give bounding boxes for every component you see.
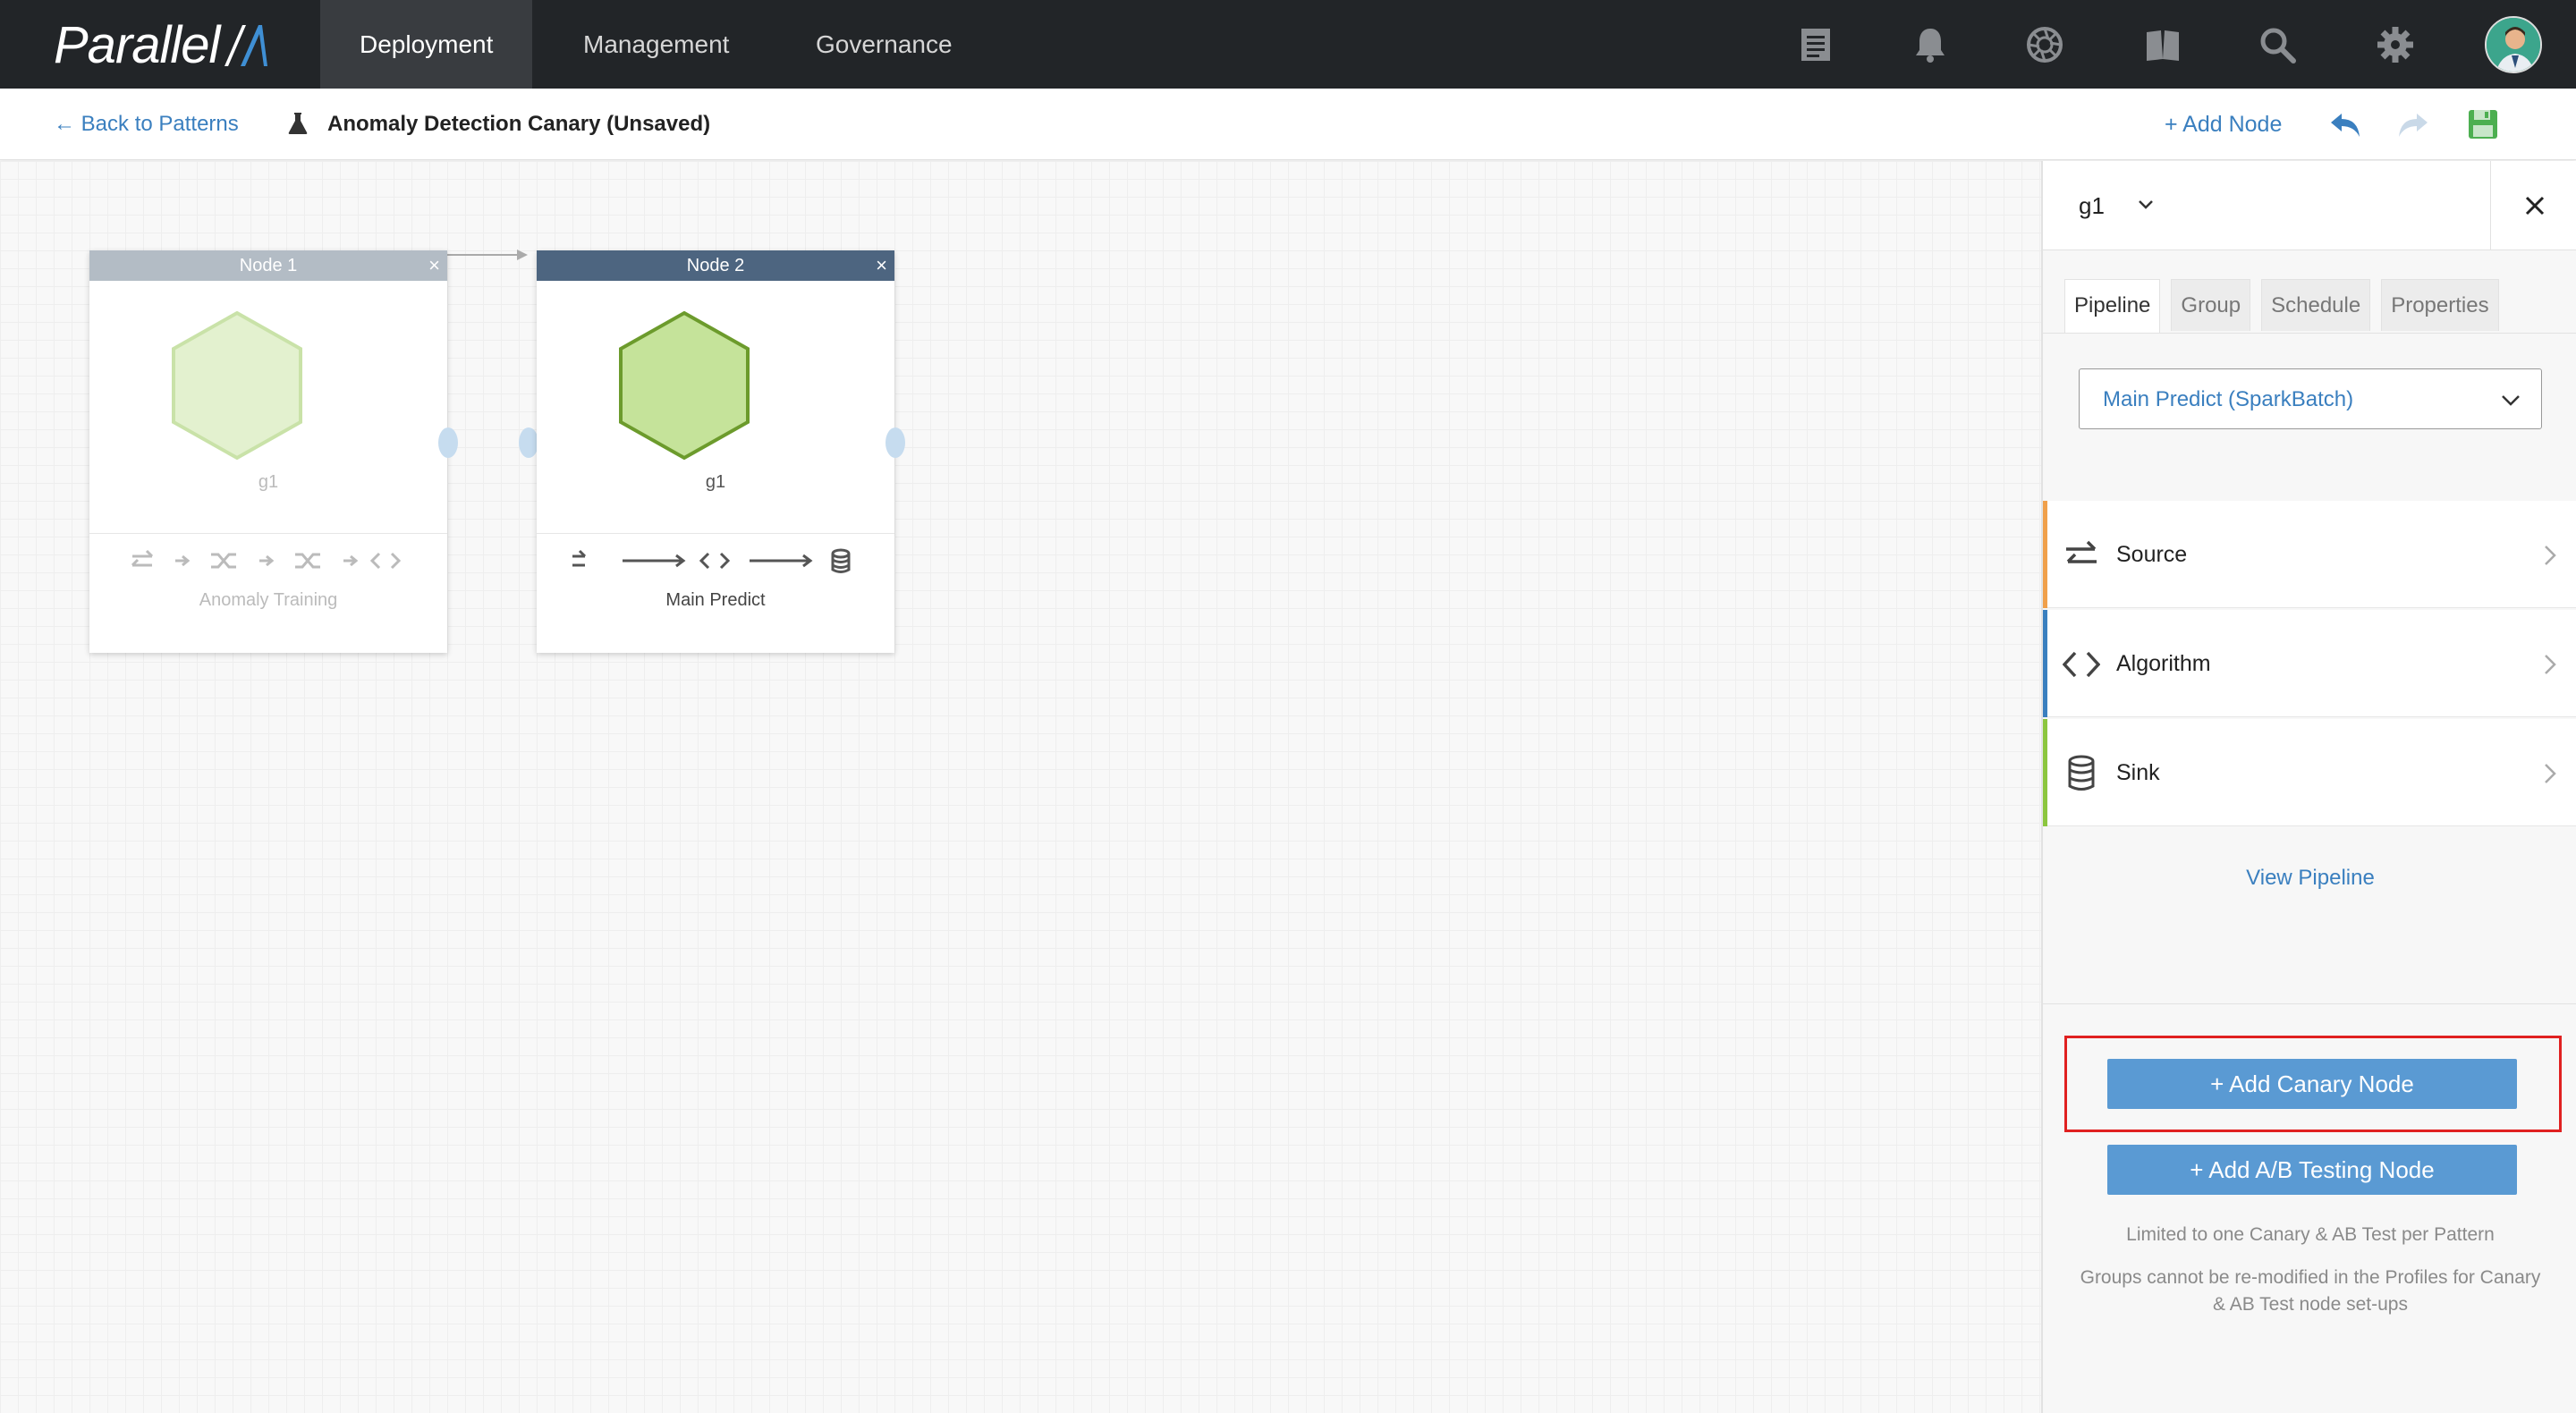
step-algorithm[interactable]: Algorithm xyxy=(2043,610,2576,717)
logo-text: Parallel xyxy=(54,15,220,74)
tab-governance[interactable]: Governance xyxy=(776,0,992,89)
output-port[interactable] xyxy=(438,427,458,458)
step-sink[interactable]: Sink xyxy=(2043,719,2576,826)
back-to-patterns-link[interactable]: ← Back to Patterns xyxy=(54,89,239,160)
logo-mark-icon xyxy=(225,25,268,66)
avatar[interactable] xyxy=(2485,16,2542,73)
divider xyxy=(2043,333,2576,334)
chevron-down-icon xyxy=(2502,395,2520,406)
pattern-title: Anomaly Detection Canary (Unsaved) xyxy=(327,112,711,136)
search-icon[interactable] xyxy=(2252,20,2302,70)
tab-pipeline[interactable]: Pipeline xyxy=(2064,279,2161,333)
pattern-toolbar: ← Back to Patterns Anomaly Detection Can… xyxy=(0,89,2576,160)
chevron-right-icon xyxy=(2545,655,2556,674)
step-source[interactable]: Source xyxy=(2043,501,2576,608)
node-card-2[interactable]: Node 2 × g1 Main Predict xyxy=(537,250,894,653)
node-name: Main Predict xyxy=(665,590,766,610)
source-bar xyxy=(2043,501,2047,608)
flask-icon xyxy=(288,113,308,134)
node-title: Node 2 xyxy=(686,256,745,275)
step-label: Algorithm xyxy=(2116,651,2211,676)
gear-icon[interactable] xyxy=(2370,20,2420,70)
tab-deployment[interactable]: Deployment xyxy=(320,0,533,89)
aperture-icon[interactable] xyxy=(2020,20,2070,70)
hexagon-icon[interactable] xyxy=(170,309,304,461)
pipeline-steps-icons xyxy=(572,548,851,573)
code-brackets-icon xyxy=(2063,651,2100,678)
add-node-button[interactable]: + Add Node xyxy=(2165,89,2282,160)
node-connector xyxy=(447,250,528,260)
group-label: g1 xyxy=(258,472,279,492)
save-icon[interactable] xyxy=(2465,106,2501,142)
top-nav: Parallel Deployment Management Governanc… xyxy=(0,0,2576,89)
node-card-1[interactable]: Node 1 × g1 Anomaly Training xyxy=(89,250,447,653)
step-label: Source xyxy=(2116,542,2188,567)
view-pipeline-link[interactable]: View Pipeline xyxy=(2043,866,2576,891)
groups-note: Groups cannot be re-modified in the Prof… xyxy=(2080,1267,2541,1315)
add-canary-node-button[interactable]: + Add Canary Node xyxy=(2107,1059,2517,1109)
chevron-right-icon xyxy=(2545,764,2556,783)
node-name: Anomaly Training xyxy=(199,590,338,610)
limit-note: Limited to one Canary & AB Test per Patt… xyxy=(2126,1224,2495,1245)
group-label: g1 xyxy=(705,472,726,492)
close-icon[interactable]: × xyxy=(876,250,887,281)
pipeline-select[interactable]: Main Predict (SparkBatch) xyxy=(2079,368,2542,429)
node-settings-panel: g1 Pipeline Group Schedule Properties Ma… xyxy=(2041,161,2576,1413)
group-select[interactable]: g1 xyxy=(2079,161,2105,250)
close-icon xyxy=(2525,196,2544,216)
panel-header: g1 xyxy=(2043,161,2576,250)
add-ab-testing-node-button[interactable]: + Add A/B Testing Node xyxy=(2107,1145,2517,1195)
transfer-arrows-icon xyxy=(2066,540,2097,563)
input-port[interactable] xyxy=(519,427,538,458)
tab-properties[interactable]: Properties xyxy=(2381,279,2499,331)
node-header: Node 2 × xyxy=(537,250,894,281)
chevron-down-icon[interactable] xyxy=(2134,193,2157,216)
node-title: Node 1 xyxy=(239,256,298,275)
output-port[interactable] xyxy=(886,427,905,458)
database-icon xyxy=(2068,755,2095,791)
bell-icon[interactable] xyxy=(1905,20,1955,70)
redo-icon[interactable] xyxy=(2395,106,2431,142)
pipeline-steps-icons xyxy=(131,549,402,570)
book-icon[interactable] xyxy=(2138,20,2188,70)
undo-icon[interactable] xyxy=(2327,106,2363,142)
document-icon[interactable] xyxy=(1791,20,1841,70)
panel-tabs: Pipeline Group Schedule Properties xyxy=(2064,279,2510,333)
step-label: Sink xyxy=(2116,760,2160,785)
chevron-right-icon xyxy=(2545,546,2556,565)
pattern-canvas[interactable]: Node 1 × g1 Anomaly Training Node 2 × g1… xyxy=(0,161,2041,1413)
tab-schedule[interactable]: Schedule xyxy=(2261,279,2371,331)
pipeline-select-value: Main Predict (SparkBatch) xyxy=(2103,387,2354,411)
tab-group[interactable]: Group xyxy=(2171,279,2251,331)
sink-bar xyxy=(2043,719,2047,826)
close-panel-button[interactable] xyxy=(2490,161,2576,250)
divider xyxy=(2043,1003,2576,1004)
hexagon-icon[interactable] xyxy=(617,309,751,461)
node-header: Node 1 × xyxy=(89,250,447,281)
divider xyxy=(89,533,447,534)
close-icon[interactable]: × xyxy=(428,250,440,281)
divider xyxy=(537,533,894,534)
algorithm-bar xyxy=(2043,610,2047,717)
logo[interactable]: Parallel xyxy=(54,15,275,74)
tab-management[interactable]: Management xyxy=(544,0,768,89)
